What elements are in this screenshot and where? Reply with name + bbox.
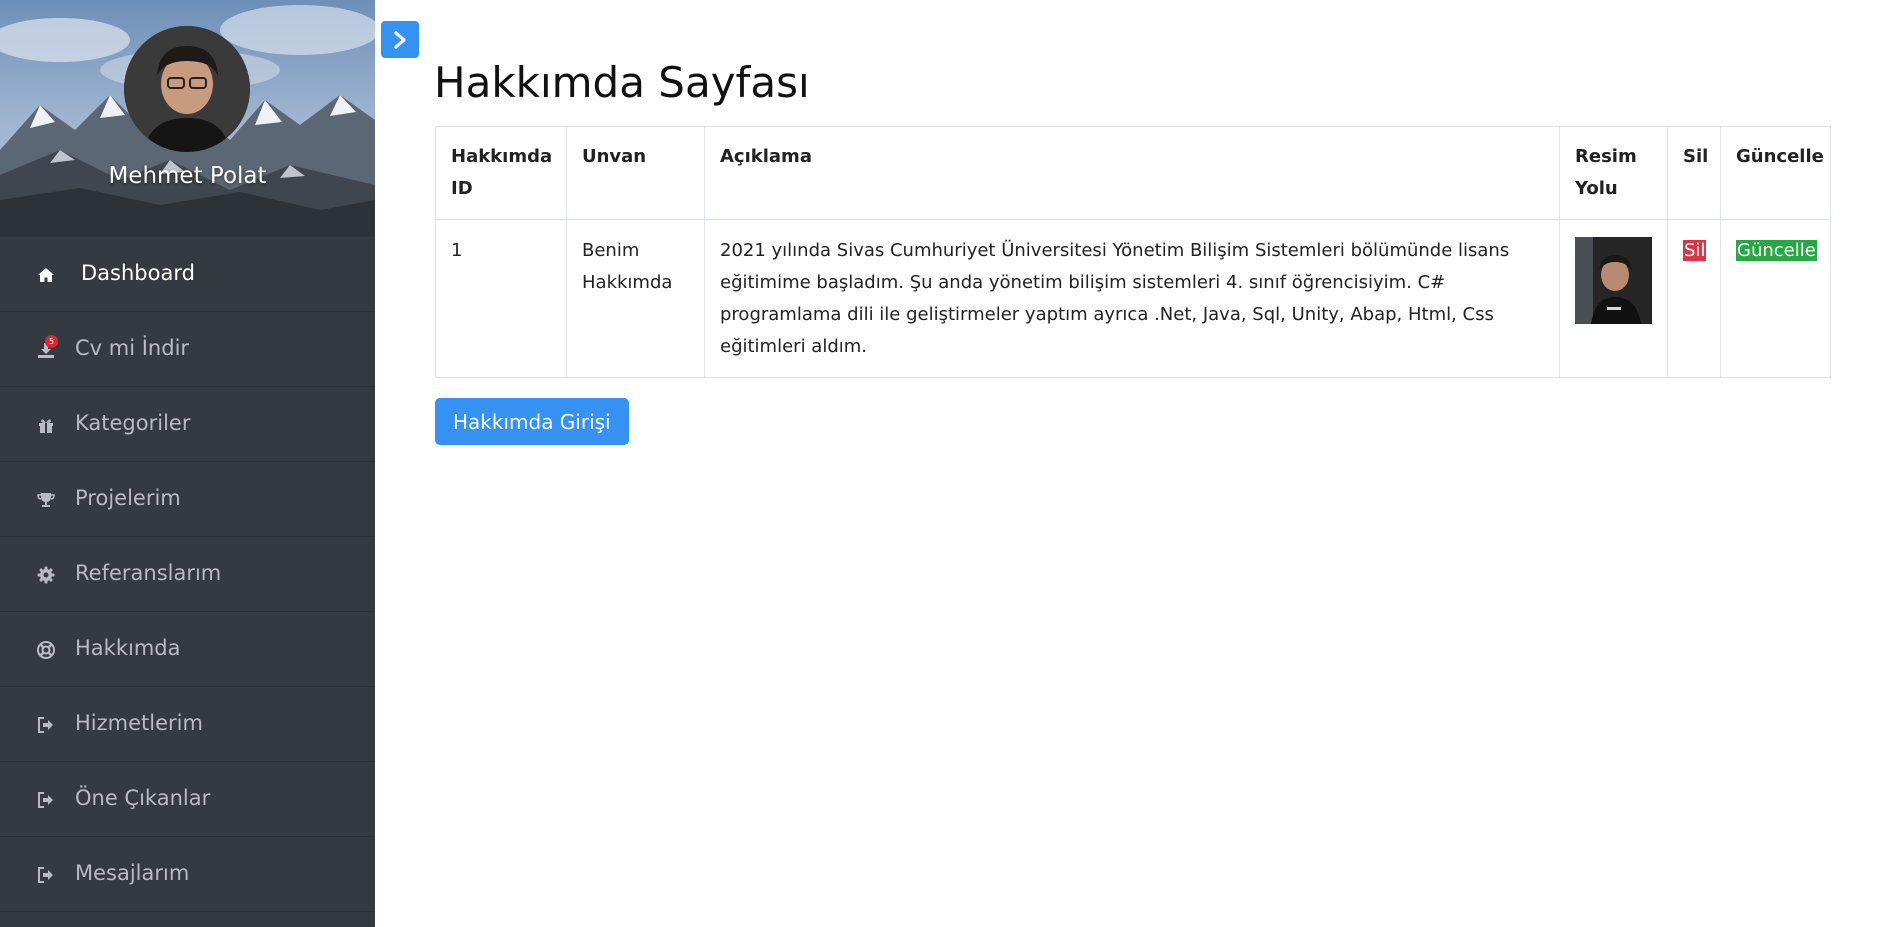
- column-header-guncelle: Güncelle: [1720, 126, 1831, 220]
- sidebar: Mehmet Polat Dashboard 5 Cv mi İndir Kat…: [0, 0, 375, 927]
- profile-header: Mehmet Polat: [0, 0, 375, 237]
- gift-icon: [39, 419, 53, 433]
- app-root: Mehmet Polat Dashboard 5 Cv mi İndir Kat…: [0, 0, 1891, 927]
- sign-out-icon: [38, 867, 53, 883]
- column-header-id: Hakkımda ID: [435, 126, 567, 220]
- column-header-unvan: Unvan: [566, 126, 705, 220]
- cell-guncelle: Güncelle: [1720, 219, 1831, 378]
- cell-sil: Sil: [1667, 219, 1721, 378]
- trophy-icon: [37, 493, 55, 507]
- sidebar-item-label: Hizmetlerim: [75, 711, 203, 735]
- sidebar-item-label: Cv mi İndir: [75, 336, 190, 360]
- sidebar-item-label: Dashboard: [81, 261, 195, 285]
- sidebar-item-label: Mesajlarım: [75, 861, 190, 885]
- sign-out-icon: [38, 717, 53, 733]
- sidebar-item-dashboard[interactable]: Dashboard: [0, 237, 375, 312]
- sidebar-item-projelerim[interactable]: Projelerim: [0, 462, 375, 537]
- sidebar-item-hakkimda[interactable]: Hakkımda: [0, 612, 375, 687]
- sidebar-item-label: Hakkımda: [75, 636, 181, 660]
- column-header-sil: Sil: [1667, 126, 1721, 220]
- table-body: 1 Benim Hakkımda 2021 yılında Sivas Cumh…: [435, 219, 1831, 378]
- table-header: Hakkımda ID Unvan Açıklama Resim Yolu Si…: [435, 126, 1831, 220]
- cell-id: 1: [435, 219, 567, 378]
- column-header-aciklama: Açıklama: [704, 126, 1560, 220]
- delete-button[interactable]: Sil: [1683, 240, 1707, 261]
- sidebar-item-cv-indir[interactable]: 5 Cv mi İndir: [0, 312, 375, 387]
- gear-icon: [37, 566, 55, 584]
- cell-aciklama: 2021 yılında Sivas Cumhuriyet Üniversite…: [704, 219, 1560, 378]
- sidebar-item-label: Referanslarım: [75, 561, 222, 585]
- table-header-row: Hakkımda ID Unvan Açıklama Resim Yolu Si…: [435, 126, 1831, 220]
- life-ring-icon: [37, 641, 55, 659]
- add-about-button[interactable]: Hakkımda Girişi: [435, 398, 629, 445]
- about-table: Hakkımda ID Unvan Açıklama Resim Yolu Si…: [435, 126, 1831, 378]
- cell-unvan: Benim Hakkımda: [566, 219, 705, 378]
- avatar: [124, 26, 250, 152]
- table-row: 1 Benim Hakkımda 2021 yılında Sivas Cumh…: [435, 219, 1831, 378]
- column-header-resim-yolu: Resim Yolu: [1559, 126, 1668, 220]
- update-button[interactable]: Güncelle: [1736, 240, 1817, 261]
- sidebar-item-label: Projelerim: [75, 486, 181, 510]
- sidebar-toggle-button[interactable]: [381, 21, 419, 58]
- sidebar-item-label: Kategoriler: [75, 411, 191, 435]
- sidebar-item-kategoriler[interactable]: Kategoriler: [0, 387, 375, 462]
- chevron-right-icon: [394, 30, 406, 49]
- sidebar-item-referanslarim[interactable]: Referanslarım: [0, 537, 375, 612]
- sign-out-icon: [38, 792, 53, 808]
- sidebar-item-one-cikanlar[interactable]: Öne Çıkanlar: [0, 762, 375, 837]
- cell-resim-yolu: [1559, 219, 1668, 378]
- notification-badge: 5: [45, 335, 58, 348]
- sidebar-item-hizmetlerim[interactable]: Hizmetlerim: [0, 687, 375, 762]
- sidebar-item-label: Öne Çıkanlar: [75, 786, 211, 810]
- sidebar-item-mesajlarim[interactable]: Mesajlarım: [0, 837, 375, 912]
- profile-thumbnail-image: [1575, 237, 1652, 324]
- home-icon: [38, 268, 54, 282]
- sidebar-menu: Dashboard 5 Cv mi İndir Kategoriler Proj…: [0, 237, 375, 912]
- profile-name: Mehmet Polat: [108, 163, 267, 189]
- page-title: Hakkımda Sayfası: [434, 58, 810, 107]
